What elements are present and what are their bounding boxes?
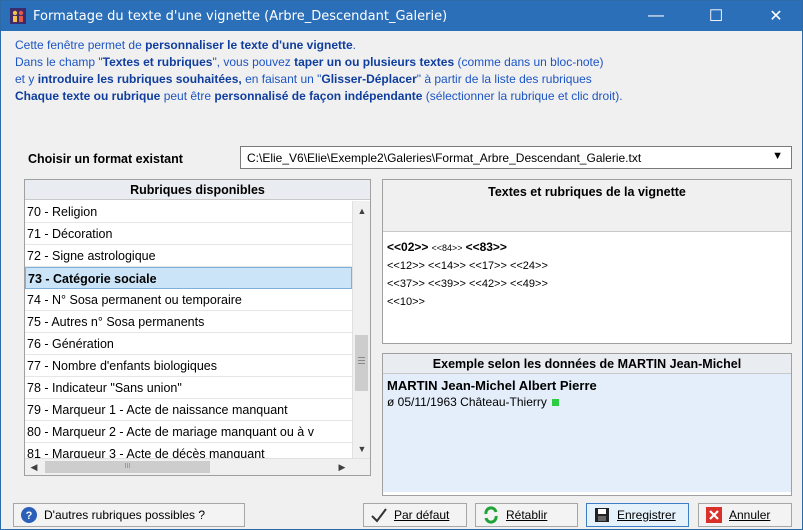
scroll-right-icon[interactable]: ▶: [334, 459, 350, 476]
scrollbar-thumb[interactable]: [355, 335, 368, 391]
list-item[interactable]: 76 - Génération: [25, 333, 352, 355]
close-icon: [705, 506, 723, 524]
chevron-down-icon[interactable]: ▼: [772, 150, 783, 162]
more-rubriques-button[interactable]: ? D'autres rubriques possibles ?: [13, 503, 245, 527]
save-button[interactable]: Enregistrer: [586, 503, 689, 527]
green-marker-icon: [552, 399, 560, 406]
textes-panel: Textes et rubriques de la vignette <<02>…: [382, 179, 792, 344]
rubriques-header: Rubriques disponibles: [25, 180, 370, 200]
minimize-button[interactable]: —: [633, 1, 679, 31]
cancel-button[interactable]: Annuler: [698, 503, 792, 527]
example-preview: MARTIN Jean-Michel Albert Pierre ø 05/11…: [383, 374, 791, 492]
default-button[interactable]: Par défaut: [363, 503, 467, 527]
example-header: Exemple selon les données de MARTIN Jean…: [383, 354, 791, 374]
textes-header: Textes et rubriques de la vignette: [383, 180, 791, 232]
restore-button[interactable]: Rétablir: [475, 503, 578, 527]
title-bar[interactable]: Formatage du texte d'une vignette (Arbre…: [1, 1, 802, 31]
scroll-down-icon[interactable]: ▼: [354, 440, 370, 457]
list-item[interactable]: 71 - Décoration: [25, 223, 352, 245]
horizontal-scrollbar[interactable]: ◀ III ▶: [25, 458, 370, 475]
example-name: MARTIN Jean-Michel Albert Pierre: [387, 378, 597, 393]
example-panel: Exemple selon les données de MARTIN Jean…: [382, 353, 792, 496]
list-item-selected[interactable]: 73 - Catégorie sociale: [25, 267, 352, 289]
list-item[interactable]: 81 - Marqueur 3 - Acte de décès manquant: [25, 443, 352, 458]
example-birth: ø 05/11/1963 Château-Thierry: [387, 395, 547, 409]
rubriques-panel: Rubriques disponibles 70 - Religion 71 -…: [24, 179, 371, 476]
family-tree-app-icon: [10, 8, 26, 24]
refresh-icon: [482, 506, 500, 524]
list-item[interactable]: 77 - Nombre d'enfants biologiques: [25, 355, 352, 377]
window-title: Formatage du texte d'une vignette (Arbre…: [33, 8, 448, 24]
checkmark-icon: [370, 506, 388, 524]
list-item[interactable]: 72 - Signe astrologique: [25, 245, 352, 267]
format-label: Choisir un format existant: [28, 152, 183, 166]
scroll-up-icon[interactable]: ▲: [354, 202, 370, 219]
rubriques-list[interactable]: 70 - Religion 71 - Décoration 72 - Signe…: [25, 201, 352, 458]
vertical-scrollbar[interactable]: ▲ ▼: [352, 201, 370, 458]
close-button[interactable]: ✕: [753, 1, 799, 31]
format-select-value: C:\Elie_V6\Elie\Exemple2\Galeries\Format…: [247, 151, 642, 165]
help-icon: ?: [20, 506, 38, 524]
floppy-disk-icon: [593, 506, 611, 524]
list-item[interactable]: 78 - Indicateur "Sans union": [25, 377, 352, 399]
scroll-left-icon[interactable]: ◀: [26, 459, 42, 476]
maximize-button[interactable]: ☐: [693, 1, 739, 31]
list-item[interactable]: 80 - Marqueur 2 - Acte de mariage manqua…: [25, 421, 352, 443]
svg-text:?: ?: [26, 510, 33, 522]
hscroll-thumb[interactable]: III: [45, 461, 210, 473]
list-item[interactable]: 74 - N° Sosa permanent ou temporaire: [25, 289, 352, 311]
list-item[interactable]: 79 - Marqueur 1 - Acte de naissance manq…: [25, 399, 352, 421]
list-item[interactable]: 75 - Autres n° Sosa permanents: [25, 311, 352, 333]
dialog-window: Formatage du texte d'une vignette (Arbre…: [0, 0, 803, 530]
intro-text: Cette fenêtre permet de personnaliser le…: [15, 38, 623, 103]
format-select[interactable]: C:\Elie_V6\Elie\Exemple2\Galeries\Format…: [240, 146, 792, 169]
list-item[interactable]: 70 - Religion: [25, 201, 352, 223]
textes-editor[interactable]: <<02>> <<84>> <<83>> <<12>> <<14>> <<17>…: [383, 232, 791, 317]
